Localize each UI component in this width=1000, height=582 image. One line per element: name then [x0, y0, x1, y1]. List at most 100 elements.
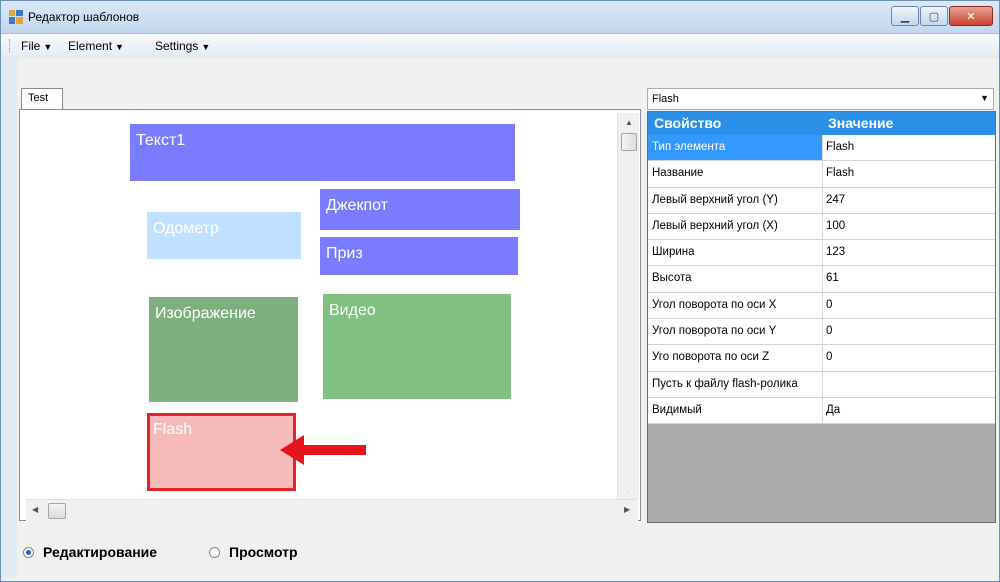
element-prize-label: Приз [326, 245, 363, 262]
property-name: Пусть к файлу flash-ролика [652, 377, 798, 390]
property-row[interactable]: Тип элемента Flash [648, 135, 995, 162]
menu-element[interactable]: Element ▼ [68, 39, 124, 53]
property-value[interactable]: 100 [826, 220, 845, 232]
column-divider [822, 319, 823, 345]
element-image[interactable]: Изображение [149, 297, 298, 402]
property-name: Уго поворота по оси Z [652, 351, 770, 364]
minimize-button[interactable]: ▁ [891, 6, 919, 26]
maximize-icon: ▢ [928, 10, 940, 23]
element-video-label: Видео [329, 302, 376, 319]
menu-settings-label: Settings [155, 39, 199, 53]
element-flash[interactable]: Flash [147, 413, 296, 491]
tab-test[interactable]: Test [21, 88, 63, 110]
minimize-icon: ▁ [900, 10, 910, 23]
property-row[interactable]: Угол поворота по оси X 0 [648, 292, 995, 320]
element-flash-label: Flash [153, 421, 193, 438]
property-rows: Тип элемента Flash Название Flash Левый верх… [648, 135, 995, 425]
radio-edit-label: Редактирование [43, 544, 158, 560]
property-name: Угол поворота по оси X [652, 298, 777, 311]
property-value[interactable]: 123 [826, 246, 845, 258]
maximize-button[interactable]: ▢ [920, 6, 948, 26]
property-grid-header: Свойство Значение [648, 112, 995, 135]
vertical-scroll-thumb[interactable] [621, 133, 637, 151]
close-icon: ✕ [966, 10, 976, 23]
property-value[interactable]: 0 [826, 351, 832, 363]
design-canvas[interactable]: Текст1 Джекпот Одометр Приз Изображение … [26, 113, 617, 499]
chevron-down-icon: ▼ [43, 42, 53, 52]
property-grid: Свойство Значение Тип элемента Flash Назва… [647, 111, 996, 523]
property-value[interactable]: 247 [826, 194, 845, 206]
element-image-label: Изображение [155, 305, 256, 322]
value-column-header: Значение [828, 115, 894, 131]
radio-unchecked-icon [209, 546, 220, 558]
column-divider [822, 135, 823, 161]
chevron-down-icon: ▼ [115, 42, 124, 52]
column-divider [822, 345, 823, 371]
property-value[interactable]: 0 [826, 299, 832, 311]
column-divider [822, 240, 823, 266]
property-value[interactable]: 61 [826, 272, 839, 284]
property-name: Ширина [652, 246, 695, 259]
app-window: Редактор шаблонов ▁ ▢ ✕ File ▼ Element ▼ S… [0, 0, 1000, 582]
radio-preview[interactable]: Просмотр [209, 544, 298, 560]
radio-edit[interactable]: Редактирование [23, 544, 157, 560]
menu-file-label: File [21, 39, 41, 53]
column-divider [822, 161, 823, 187]
element-jackpot-label: Джекпот [326, 197, 388, 214]
scroll-down-icon[interactable]: · [626, 488, 629, 497]
property-row[interactable]: Видимый Да [648, 397, 995, 425]
property-value[interactable]: Flash [826, 167, 854, 179]
element-text1-label: Текст1 [136, 132, 186, 149]
property-name: Название [652, 167, 704, 180]
close-button[interactable]: ✕ [949, 6, 993, 26]
property-row[interactable]: Высота 61 [648, 266, 995, 293]
element-text1[interactable]: Текст1 [130, 124, 515, 181]
menu-file[interactable]: File ▼ [21, 39, 52, 53]
title-bar: Редактор шаблонов ▁ ▢ ✕ [1, 1, 999, 34]
property-row[interactable]: Пусть к файлу flash-ролика [648, 371, 995, 398]
property-row[interactable]: Левый верхний угол (Y) 247 [648, 187, 995, 214]
tab-test-label: Test [28, 92, 49, 104]
property-name: Высота [652, 272, 692, 285]
property-name: Угол поворота по оси Y [652, 325, 777, 338]
scroll-right-icon[interactable]: ▶ [624, 505, 630, 514]
element-prize[interactable]: Приз [320, 237, 518, 275]
property-name: Видимый [652, 403, 702, 416]
element-odometer-label: Одометр [153, 220, 219, 237]
horizontal-scrollbar[interactable]: ◀ ▶ [26, 499, 638, 521]
window-title: Редактор шаблонов [28, 10, 140, 24]
property-row[interactable]: Уго поворота по оси Z 0 [648, 345, 995, 372]
menu-element-label: Element [68, 39, 113, 53]
element-video[interactable]: Видео [323, 294, 511, 399]
column-divider [822, 371, 823, 397]
property-name: Левый верхний угол (X) [652, 219, 778, 232]
column-divider [822, 187, 823, 213]
property-row[interactable]: Левый верхний угол (X) 100 [648, 213, 995, 241]
element-selector-value: Flash [652, 93, 679, 105]
property-name: Левый верхний угол (Y) [652, 193, 778, 206]
menu-grip-icon [9, 39, 12, 53]
element-odometer[interactable]: Одометр [147, 212, 301, 259]
element-jackpot[interactable]: Джекпот [320, 189, 520, 230]
property-name: Тип элемента [652, 141, 726, 153]
scroll-up-icon[interactable]: ▲ [625, 118, 633, 127]
pointer-arrow-icon [280, 435, 366, 465]
menu-bar: File ▼ Element ▼ Settings ▼ [1, 34, 999, 58]
radio-preview-label: Просмотр [229, 544, 298, 560]
left-strip [1, 58, 17, 578]
property-column-header: Свойство [654, 115, 722, 131]
property-row[interactable]: Ширина 123 [648, 240, 995, 267]
property-value[interactable]: 0 [826, 325, 832, 337]
element-selector[interactable]: Flash ▼ [647, 88, 994, 110]
property-value[interactable]: Flash [826, 141, 854, 153]
vertical-scrollbar[interactable]: ▲ · [617, 113, 639, 499]
horizontal-scroll-thumb[interactable] [48, 503, 66, 519]
property-row[interactable]: Название Flash [648, 161, 995, 188]
property-row[interactable]: Угол поворота по оси Y 0 [648, 319, 995, 346]
property-value[interactable]: Да [826, 404, 840, 416]
chevron-down-icon: ▼ [201, 42, 211, 52]
chevron-down-icon[interactable]: ▼ [980, 93, 989, 103]
scroll-left-icon[interactable]: ◀ [32, 505, 38, 514]
column-divider [822, 266, 823, 292]
menu-settings[interactable]: Settings ▼ [155, 39, 210, 53]
